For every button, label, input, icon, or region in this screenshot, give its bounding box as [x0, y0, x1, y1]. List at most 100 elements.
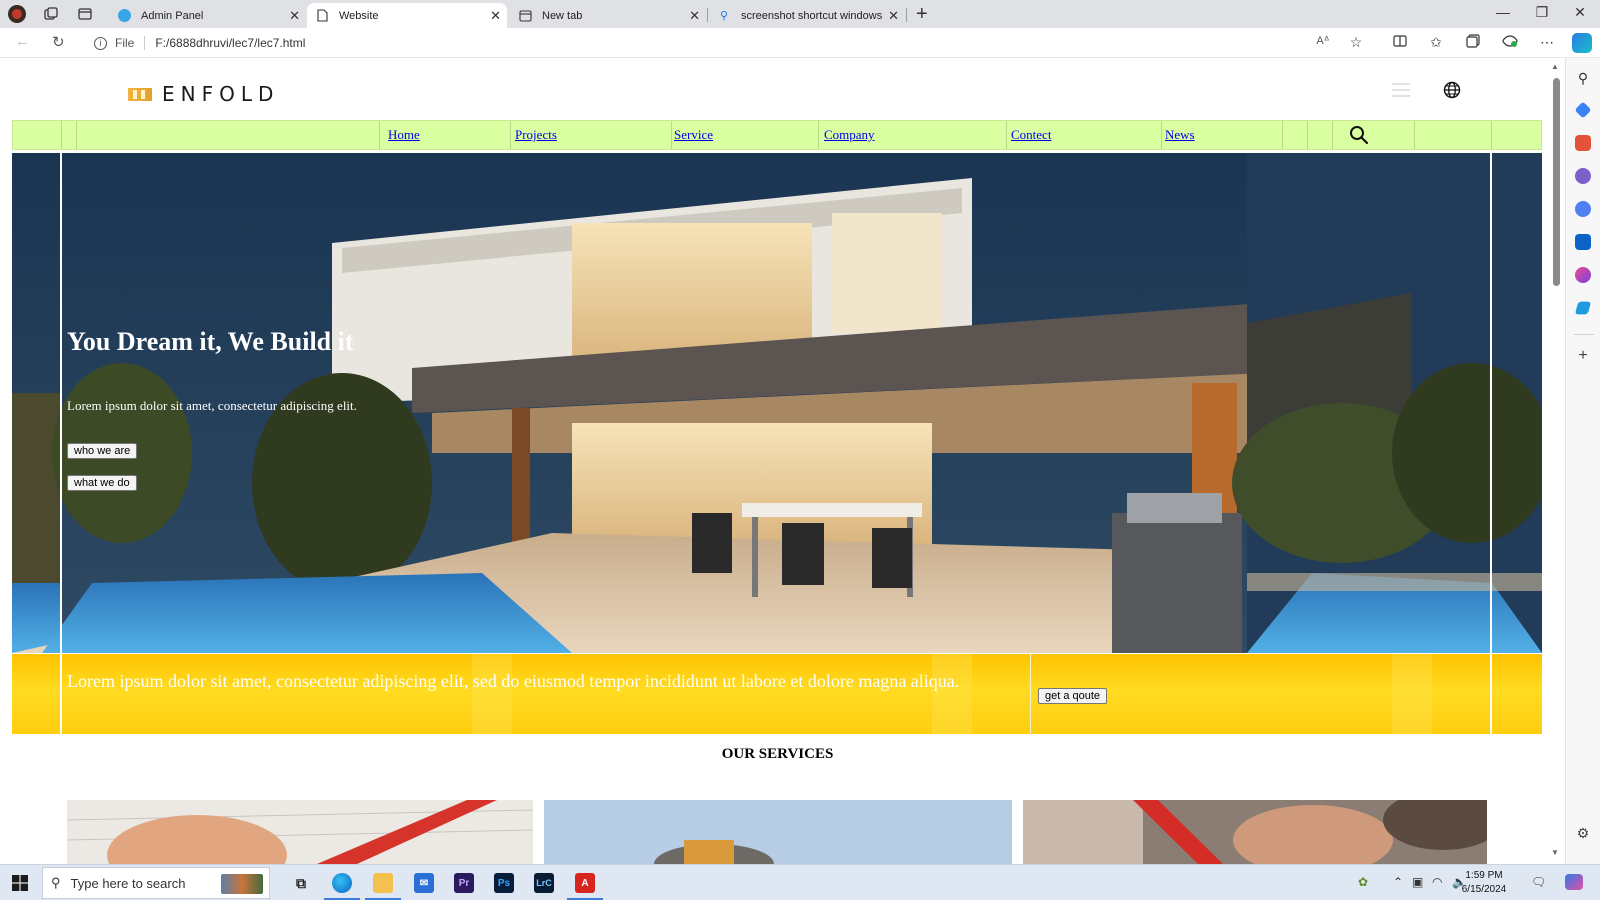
browser-toolbar: ← ↻ i File F:/6888dhruvi/lec7/lec7.html …	[0, 28, 1600, 58]
logo-mark-icon	[128, 87, 152, 101]
collections-icon[interactable]	[1463, 34, 1483, 51]
new-tab-plus-icon[interactable]: +	[916, 3, 928, 26]
sidebar-designer-icon[interactable]	[1575, 267, 1591, 283]
get-a-quote-button[interactable]: get a qoute	[1038, 688, 1108, 704]
restore-icon[interactable]: ❐	[1532, 4, 1552, 21]
tab-website[interactable]: Website ✕	[307, 3, 507, 28]
acrobat-icon[interactable]: A	[575, 873, 595, 893]
search-icon: ⚲	[51, 875, 61, 890]
more-options-icon[interactable]: ⋯	[1537, 34, 1557, 51]
url-text[interactable]: F:/6888dhruvi/lec7/lec7.html	[155, 36, 305, 50]
workspaces-icon[interactable]	[42, 5, 60, 23]
hero-banner: You Dream it, We Build it Lorem ipsum do…	[12, 153, 1542, 653]
browser-essentials-icon[interactable]	[1500, 34, 1520, 51]
mail-icon[interactable]: ✉	[414, 873, 434, 893]
nav-link-news[interactable]: News	[1165, 127, 1195, 143]
copilot-icon[interactable]	[1572, 33, 1592, 53]
read-aloud-icon[interactable]: Aᐞ	[1313, 34, 1333, 47]
logo-text: ENFOLD	[162, 82, 280, 106]
nav-search-icon[interactable]	[1349, 125, 1369, 145]
sidebar-drop-icon[interactable]	[1574, 301, 1592, 315]
tab-title: Admin Panel	[141, 9, 204, 22]
scrollbar-thumb[interactable]	[1553, 78, 1560, 286]
lightroom-classic-icon[interactable]: LrC	[534, 873, 554, 893]
browser-tab-bar: Admin Panel ✕ Website ✕ New tab ✕ ⚲ scre…	[0, 0, 1600, 28]
tray-app-icon[interactable]: ✿	[1358, 875, 1368, 889]
hero-subtitle: Lorem ipsum dolor sit amet, consectetur …	[67, 398, 357, 413]
tab-new-tab[interactable]: New tab ✕	[510, 3, 706, 28]
cta-text: Lorem ipsum dolor sit amet, consectetur …	[67, 671, 960, 691]
sidebar-outlook-icon[interactable]	[1575, 234, 1591, 250]
tab-title: Website	[339, 9, 379, 22]
sidebar-add-icon[interactable]: +	[1575, 348, 1591, 364]
edge-browser-icon[interactable]	[332, 873, 352, 893]
clock-date: 6/15/2024	[1461, 884, 1507, 895]
nav-link-contect[interactable]: Contect	[1011, 127, 1051, 143]
split-screen-icon[interactable]	[1390, 34, 1410, 51]
minimize-icon[interactable]: —	[1493, 4, 1513, 20]
back-icon[interactable]: ←	[15, 33, 30, 50]
info-icon[interactable]: i	[94, 36, 107, 50]
refresh-icon[interactable]: ↻	[52, 33, 65, 51]
search-highlight-image	[221, 874, 263, 894]
web-page: ENFOLD Home Projects Service Company Con…	[0, 58, 1550, 864]
premiere-pro-icon[interactable]: Pr	[454, 873, 474, 893]
services-heading: OUR SERVICES	[721, 746, 834, 762]
nav-link-service[interactable]: Service	[674, 127, 713, 143]
favorite-star-icon[interactable]: ☆	[1346, 34, 1366, 51]
sidebar-settings-gear-icon[interactable]: ⚙	[1575, 825, 1591, 841]
service-card-tools-image[interactable]	[1023, 800, 1487, 864]
windows-start-icon[interactable]	[12, 875, 28, 891]
site-logo[interactable]: ENFOLD	[128, 82, 279, 106]
globe-icon[interactable]	[1443, 81, 1461, 99]
edge-sidebar: ⚲ + ⚙	[1565, 58, 1600, 864]
photoshop-icon[interactable]: Ps	[494, 873, 514, 893]
nav-link-company[interactable]: Company	[824, 127, 875, 143]
taskbar-search-placeholder: Type here to search	[70, 875, 186, 891]
service-card-architecture-image[interactable]	[67, 800, 533, 864]
hamburger-menu-icon[interactable]	[1392, 83, 1410, 97]
address-bar[interactable]: i File F:/6888dhruvi/lec7/lec7.html	[94, 34, 305, 52]
vertical-tabs-icon[interactable]	[76, 5, 94, 23]
close-tab-icon[interactable]: ✕	[289, 8, 300, 24]
wifi-icon[interactable]: ◠	[1432, 875, 1442, 889]
page-icon	[315, 9, 329, 23]
scheme-label: File	[115, 36, 135, 50]
service-card-construction-image[interactable]	[544, 800, 1012, 864]
sidebar-games-icon[interactable]	[1575, 168, 1591, 184]
show-hidden-icons-chevron-icon[interactable]: ⌃	[1393, 875, 1403, 889]
nav-link-home[interactable]: Home	[388, 127, 420, 143]
admin-panel-favicon-icon	[118, 9, 131, 22]
copilot-taskbar-icon[interactable]	[1565, 874, 1583, 890]
favorites-icon[interactable]: ✩	[1426, 34, 1446, 51]
taskbar-clock[interactable]: 1:59 PM 6/15/2024	[1448, 869, 1520, 897]
windows-taskbar: ⚲ Type here to search ⧉ ✉ Pr Ps LrC A ✿ …	[0, 864, 1600, 900]
close-tab-icon[interactable]: ✕	[689, 8, 700, 24]
sidebar-shopping-icon[interactable]	[1574, 101, 1592, 119]
what-we-do-button[interactable]: what we do	[67, 475, 137, 491]
tab-screenshot-search[interactable]: ⚲ screenshot shortcut windows 10 ✕	[709, 3, 905, 28]
tab-admin-panel[interactable]: Admin Panel ✕	[110, 3, 306, 28]
close-tab-icon[interactable]: ✕	[490, 8, 501, 24]
who-we-are-button[interactable]: who we are	[67, 443, 138, 459]
clock-time: 1:59 PM	[1465, 870, 1503, 881]
main-nav-bar: Home Projects Service Company Contect Ne…	[12, 120, 1542, 150]
device-icon[interactable]: ▣	[1412, 875, 1423, 889]
sidebar-microsoft365-icon[interactable]	[1575, 201, 1591, 217]
notifications-icon[interactable]: 🗨	[1531, 875, 1546, 889]
hero-title: You Dream it, We Build it	[67, 327, 354, 356]
taskbar-search-box[interactable]: ⚲ Type here to search	[42, 867, 270, 899]
tab-title: New tab	[542, 9, 583, 22]
page-scrollbar[interactable]: ▲ ▼	[1550, 62, 1562, 862]
scroll-up-arrow-icon[interactable]: ▲	[1551, 62, 1559, 71]
profile-avatar[interactable]	[8, 5, 26, 23]
scroll-down-arrow-icon[interactable]: ▼	[1551, 848, 1559, 857]
close-tab-icon[interactable]: ✕	[888, 8, 899, 24]
close-window-icon[interactable]: ✕	[1570, 4, 1590, 21]
nav-link-projects[interactable]: Projects	[515, 127, 557, 143]
file-explorer-icon[interactable]	[373, 873, 393, 893]
task-view-icon[interactable]: ⧉	[291, 873, 311, 893]
sidebar-tools-icon[interactable]	[1575, 135, 1591, 151]
sidebar-search-icon[interactable]: ⚲	[1575, 70, 1591, 86]
search-favicon-icon: ⚲	[719, 10, 729, 22]
